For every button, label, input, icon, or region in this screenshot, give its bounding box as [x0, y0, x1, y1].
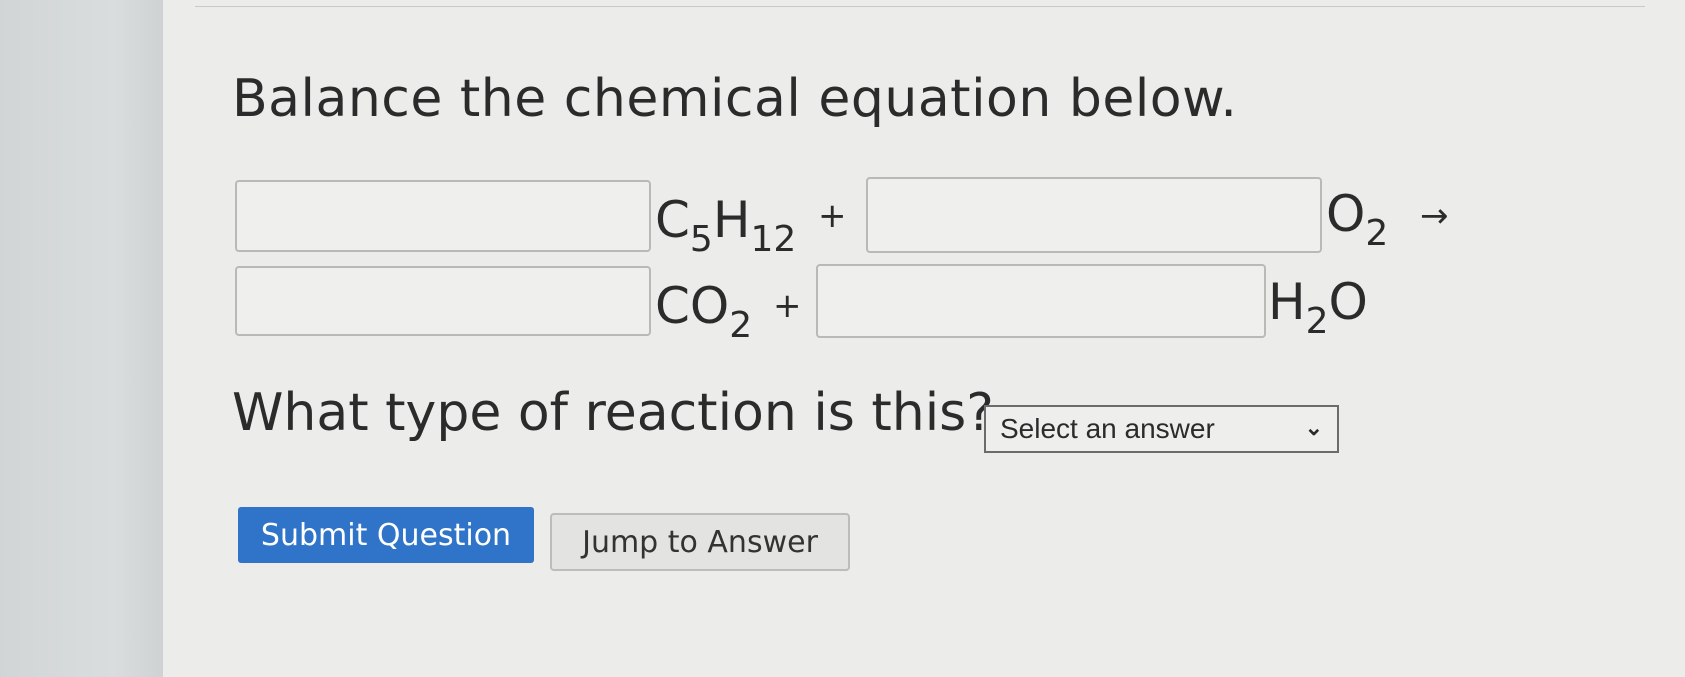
question-title: Balance the chemical equation below.	[232, 69, 1238, 129]
plus-sign: +	[818, 196, 847, 236]
formula-subscript: 2	[1305, 301, 1329, 342]
formula-subscript: 12	[750, 219, 797, 260]
left-gutter	[0, 0, 163, 677]
formula-subscript: 2	[729, 305, 753, 346]
formula-symbol: O	[1326, 185, 1366, 243]
formula-co2: CO 2	[655, 276, 752, 346]
plus-sign: +	[773, 286, 802, 326]
formula-o2: O2	[1326, 184, 1388, 254]
formula-symbol: CO	[655, 277, 730, 335]
jump-to-answer-button[interactable]: Jump to Answer	[550, 513, 850, 571]
coefficient-input-co2[interactable]	[235, 266, 651, 336]
select-value: Select an answer	[1000, 413, 1215, 444]
chevron-down-icon: ⌄	[1304, 415, 1323, 440]
coefficient-input-c5h12[interactable]	[235, 180, 651, 252]
formula-symbol: O	[1328, 273, 1368, 331]
top-divider	[195, 6, 1645, 7]
formula-h2o: H2O	[1268, 272, 1368, 342]
formula-subscript: 5	[689, 219, 713, 260]
formula-symbol: C	[655, 191, 690, 249]
reaction-type-select[interactable]: Select an answer ⌄	[984, 405, 1339, 453]
formula-symbol: H	[712, 191, 751, 249]
formula-subscript: 2	[1365, 213, 1389, 254]
formula-symbol: H	[1268, 273, 1306, 331]
coefficient-input-h2o[interactable]	[816, 264, 1266, 338]
reaction-type-prompt: What type of reaction is this?	[232, 383, 994, 443]
formula-c5h12: C 5 H 12	[655, 190, 796, 260]
reaction-arrow: →	[1420, 196, 1449, 236]
coefficient-input-o2[interactable]	[866, 177, 1322, 253]
submit-question-button[interactable]: Submit Question	[238, 507, 534, 563]
